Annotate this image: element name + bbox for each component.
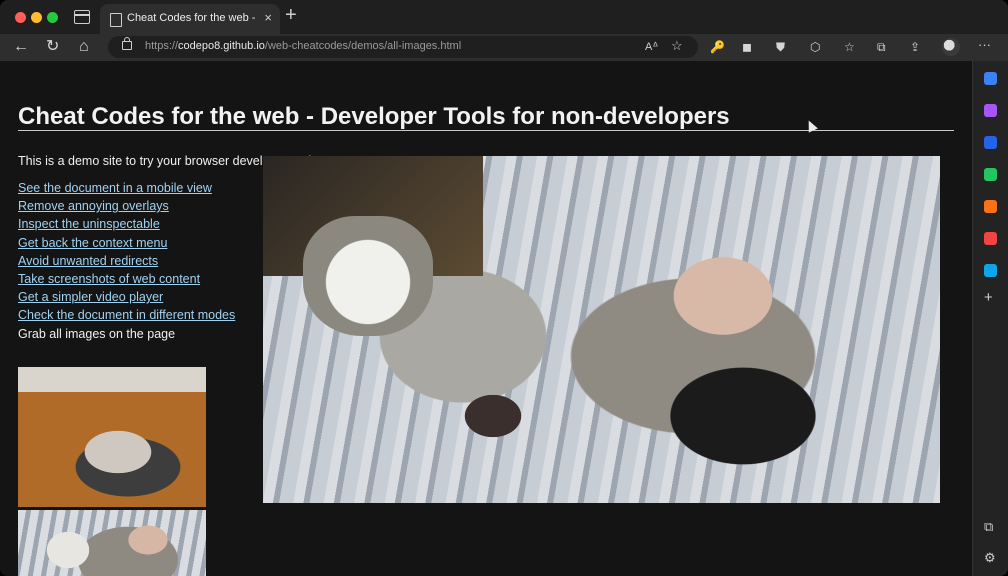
sidebar-games-icon[interactable]: [984, 168, 997, 181]
close-window-button[interactable]: [15, 12, 26, 23]
address-bar[interactable]: https://codepo8.github.io/web-cheatcodes…: [108, 36, 698, 58]
page-title: Cheat Codes for the web - Developer Tool…: [18, 103, 730, 130]
read-aloud-icon[interactable]: Aᐞ: [645, 40, 658, 53]
maximize-window-button[interactable]: [47, 12, 58, 23]
nav-link-mobile-view[interactable]: See the document in a mobile view: [18, 181, 235, 199]
nav-current-item: Grab all images on the page: [18, 326, 176, 341]
home-icon[interactable]: ⌂: [79, 37, 89, 57]
browser-toolbar: ← ↻ ⌂ https://codepo8.github.io/web-chea…: [0, 34, 1008, 61]
page-content: Cheat Codes for the web - Developer Tool…: [0, 61, 972, 576]
sidebar-search-icon[interactable]: [984, 72, 997, 85]
dog-bed-thumbnail-image[interactable]: [18, 367, 206, 507]
minimize-window-button[interactable]: [31, 12, 42, 23]
new-tab-icon[interactable]: +: [285, 5, 297, 25]
nav-link-video-player[interactable]: Get a simpler video player: [18, 290, 235, 308]
sidebar-add-icon[interactable]: +: [984, 290, 993, 305]
extension-shield-icon[interactable]: ⛊: [776, 39, 785, 55]
sidebar-office-icon[interactable]: [984, 232, 997, 245]
demo-nav: See the document in a mobile view Remove…: [18, 181, 235, 345]
nav-link-context-menu[interactable]: Get back the context menu: [18, 236, 235, 254]
collections-icon[interactable]: ⧉: [877, 39, 886, 55]
edge-sidebar: + ⧉ ⚙: [972, 61, 1008, 576]
dog-large-image[interactable]: [263, 156, 940, 503]
dog-pet-thumbnail-image[interactable]: [18, 510, 206, 576]
add-favorite-icon[interactable]: ☆: [671, 38, 683, 54]
more-icon[interactable]: ···: [978, 37, 991, 53]
sidebar-hide-icon[interactable]: ⧉: [984, 520, 993, 534]
share-icon[interactable]: ⇪: [910, 39, 920, 55]
sidebar-outlook-icon[interactable]: [984, 264, 997, 277]
back-icon[interactable]: ←: [13, 37, 29, 57]
lock-icon[interactable]: [122, 37, 132, 50]
sidebar-settings-icon[interactable]: ⚙: [984, 551, 996, 565]
nav-link-different-modes[interactable]: Check the document in different modes: [18, 308, 235, 326]
browser-window: Cheat Codes for the web - Developer Tool…: [0, 0, 1008, 576]
favorites-icon[interactable]: ☆: [844, 39, 855, 55]
refresh-icon[interactable]: ↻: [46, 37, 59, 57]
nav-link-inspect-uninspectable[interactable]: Inspect the uninspectable: [18, 217, 235, 235]
extension-square-icon[interactable]: ◼: [742, 39, 752, 55]
tab-strip: Cheat Codes for the web - Developer Tool…: [0, 0, 1008, 34]
page-favicon-icon: [110, 13, 122, 27]
tab-title: Cheat Codes for the web - Developer Tool…: [127, 12, 255, 24]
profile-avatar[interactable]: [942, 38, 960, 56]
tab-actions-icon[interactable]: [74, 10, 90, 24]
extensions-icon[interactable]: ⬡: [810, 39, 820, 55]
nav-link-remove-overlays[interactable]: Remove annoying overlays: [18, 199, 235, 217]
sidebar-tools-icon[interactable]: [984, 200, 997, 213]
nav-link-avoid-redirects[interactable]: Avoid unwanted redirects: [18, 254, 235, 272]
active-tab[interactable]: Cheat Codes for the web - Developer Tool…: [100, 4, 280, 34]
sidebar-shopping-icon[interactable]: [984, 136, 997, 149]
sidebar-discover-icon[interactable]: [984, 104, 997, 117]
tab-close-icon[interactable]: ×: [264, 10, 272, 25]
password-manager-icon[interactable]: 🔑: [710, 39, 725, 55]
url-text[interactable]: https://codepo8.github.io/web-cheatcodes…: [145, 40, 461, 52]
nav-link-screenshots[interactable]: Take screenshots of web content: [18, 272, 235, 290]
